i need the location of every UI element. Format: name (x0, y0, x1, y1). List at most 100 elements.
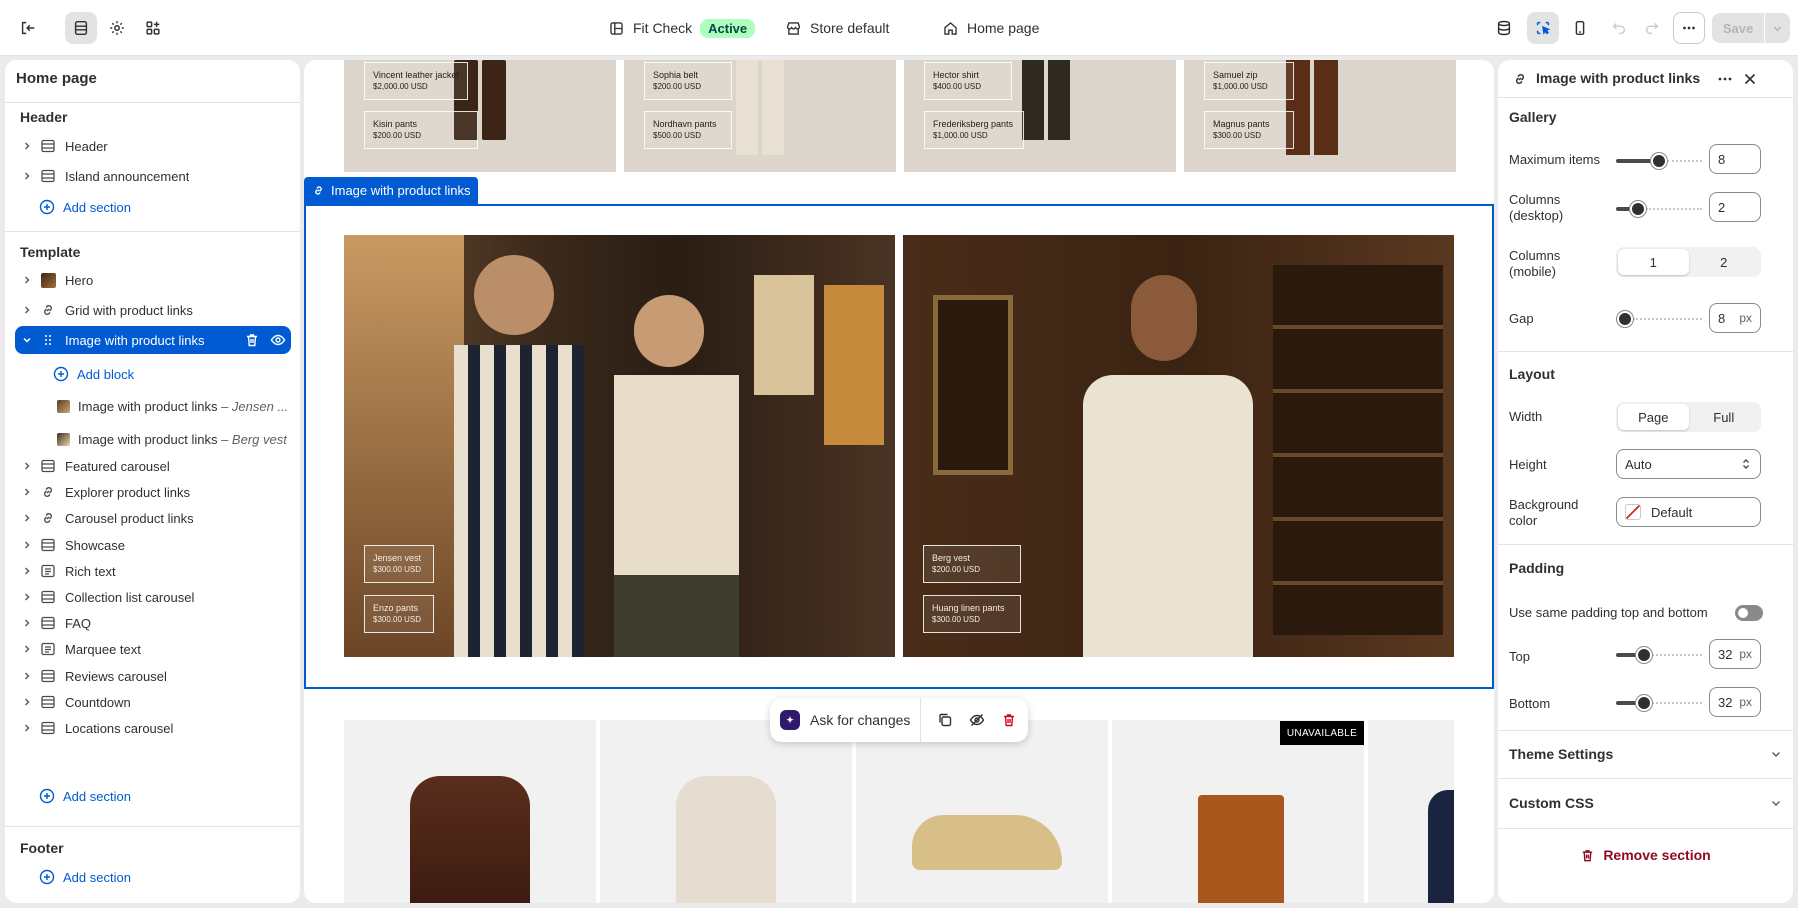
slider-knob[interactable] (1651, 153, 1667, 169)
tree-item-rich-text[interactable]: Rich text (15, 558, 291, 584)
apps-icon[interactable] (137, 12, 169, 44)
add-section-button-footer[interactable]: Add section (39, 869, 131, 885)
product-label[interactable]: Samuel zip $1,000.00 USD (1204, 62, 1294, 100)
tree-item-countdown[interactable]: Countdown (15, 689, 291, 715)
undo-icon[interactable] (1603, 12, 1635, 44)
product-label[interactable]: Sophia belt $200.00 USD (644, 62, 732, 100)
tree-item-image-with-product-links[interactable]: Image with product links (15, 326, 291, 354)
duplicate-icon[interactable] (929, 704, 961, 736)
lifestyle-image-couple[interactable]: Jensen vest $300.00 USD Enzo pants $300.00… (344, 235, 895, 657)
database-icon[interactable] (1488, 12, 1520, 44)
chevron-right-icon[interactable] (19, 618, 35, 628)
tree-item-reviews-carousel[interactable]: Reviews carousel (15, 663, 291, 689)
close-icon[interactable] (1741, 70, 1759, 88)
tree-item-featured-carousel[interactable]: Featured carousel (15, 453, 291, 479)
product-label[interactable]: Huang linen pants $300.00 USD (923, 595, 1021, 633)
product-card[interactable] (1112, 720, 1364, 903)
trash-icon[interactable] (243, 331, 261, 349)
max-items-input[interactable]: 8 (1709, 144, 1761, 174)
chevron-down-icon[interactable] (19, 335, 35, 345)
height-select[interactable]: Auto (1616, 449, 1761, 479)
product-label[interactable]: Magnus pants $300.00 USD (1204, 111, 1294, 149)
chevron-right-icon[interactable] (19, 671, 35, 681)
chevron-right-icon[interactable] (19, 275, 35, 285)
store-selector[interactable]: Store default (785, 16, 889, 40)
chevron-right-icon[interactable] (19, 487, 35, 497)
product-label[interactable]: Nordhavn pants $500.00 USD (644, 111, 732, 149)
columns-desktop-input[interactable]: 2 (1709, 192, 1761, 222)
columns-mobile-segmented[interactable]: 1 2 (1616, 247, 1761, 277)
tree-item-hero[interactable]: Hero (15, 267, 291, 293)
custom-css-toggle[interactable]: Custom CSS (1509, 795, 1782, 811)
columns-desktop-slider[interactable] (1616, 201, 1702, 217)
drag-handle-icon[interactable] (39, 331, 57, 349)
tree-item-faq[interactable]: FAQ (15, 610, 291, 636)
hide-icon[interactable] (961, 704, 993, 736)
mobile-preview-icon[interactable] (1564, 12, 1596, 44)
product-image[interactable]: Samuel zip $1,000.00 USD Magnus pants $300… (1184, 60, 1456, 172)
chevron-right-icon[interactable] (19, 697, 35, 707)
trash-icon[interactable] (993, 704, 1025, 736)
theme-selector[interactable]: Fit Check Active (608, 16, 756, 40)
sections-icon[interactable] (65, 12, 97, 44)
product-image[interactable]: Vincent leather jacket $2,000.00 USD Kisi… (344, 60, 616, 172)
exit-icon[interactable] (12, 12, 44, 44)
width-option-page[interactable]: Page (1618, 404, 1689, 430)
add-block-button[interactable]: Add block (53, 366, 134, 382)
tree-item-showcase[interactable]: Showcase (15, 532, 291, 558)
product-card[interactable] (600, 720, 852, 903)
redo-icon[interactable] (1636, 12, 1668, 44)
lifestyle-image-woman[interactable]: Berg vest $200.00 USD Huang linen pants $3… (903, 235, 1454, 657)
product-label[interactable]: Vincent leather jacket $2,000.00 USD (364, 62, 468, 100)
more-icon[interactable] (1716, 70, 1734, 88)
product-label[interactable]: Jensen vest $300.00 USD (364, 545, 434, 583)
background-color-picker[interactable]: Default (1616, 497, 1761, 527)
product-image[interactable]: Sophia belt $200.00 USD Nordhavn pants $50… (624, 60, 896, 172)
product-image[interactable]: Hector shirt $400.00 USD Frederiksberg pa… (904, 60, 1176, 172)
padding-top-input[interactable]: 32 px (1709, 639, 1761, 669)
chevron-right-icon[interactable] (19, 566, 35, 576)
product-label[interactable]: Enzo pants $300.00 USD (364, 595, 434, 633)
tree-item-collection-list-carousel[interactable]: Collection list carousel (15, 584, 291, 610)
chevron-right-icon[interactable] (19, 171, 35, 181)
chevron-right-icon[interactable] (19, 644, 35, 654)
slider-knob[interactable] (1617, 311, 1633, 327)
product-card[interactable] (856, 720, 1108, 903)
tree-item-header[interactable]: Header (15, 133, 291, 159)
chevron-right-icon[interactable] (19, 305, 35, 315)
max-items-slider[interactable] (1616, 153, 1702, 169)
add-section-button-template[interactable]: Add section (39, 788, 131, 804)
product-label[interactable]: Berg vest $200.00 USD (923, 545, 1021, 583)
chevron-right-icon[interactable] (19, 540, 35, 550)
block-item-jensen[interactable]: Image with product links – Jensen ... (15, 393, 291, 419)
tree-item-explorer-product-links[interactable]: Explorer product links (15, 479, 291, 505)
product-label[interactable]: Hector shirt $400.00 USD (924, 62, 1012, 100)
padding-bottom-input[interactable]: 32 px (1709, 687, 1761, 717)
chevron-right-icon[interactable] (19, 592, 35, 602)
tree-item-carousel-product-links[interactable]: Carousel product links (15, 505, 291, 531)
slider-knob[interactable] (1636, 647, 1652, 663)
theme-settings-toggle[interactable]: Theme Settings (1509, 746, 1782, 762)
width-option-full[interactable]: Full (1689, 404, 1760, 430)
padding-bottom-slider[interactable] (1616, 695, 1702, 711)
product-card[interactable] (1368, 720, 1454, 903)
tree-item-island-announcement[interactable]: Island announcement (15, 163, 291, 189)
save-options-button[interactable] (1765, 13, 1790, 43)
more-icon[interactable] (1673, 12, 1705, 44)
product-card[interactable] (344, 720, 596, 903)
block-item-berg-vest[interactable]: Image with product links – Berg vest (15, 426, 291, 452)
columns-mobile-option-1[interactable]: 1 (1618, 249, 1689, 275)
slider-knob[interactable] (1636, 695, 1652, 711)
product-label[interactable]: Kisin pants $200.00 USD (364, 111, 478, 149)
ask-for-changes-button[interactable]: ✦ Ask for changes (770, 698, 922, 742)
slider-knob[interactable] (1630, 201, 1646, 217)
columns-mobile-option-2[interactable]: 2 (1689, 249, 1760, 275)
same-padding-toggle[interactable] (1735, 605, 1763, 621)
tree-item-grid-with-product-links[interactable]: Grid with product links (15, 297, 291, 323)
padding-top-slider[interactable] (1616, 647, 1702, 663)
selected-section-tag[interactable]: Image with product links (304, 177, 479, 204)
chevron-right-icon[interactable] (19, 723, 35, 733)
chevron-right-icon[interactable] (19, 141, 35, 151)
product-label[interactable]: Frederiksberg pants $1,000.00 USD (924, 111, 1024, 149)
tree-item-locations-carousel[interactable]: Locations carousel (15, 715, 291, 741)
